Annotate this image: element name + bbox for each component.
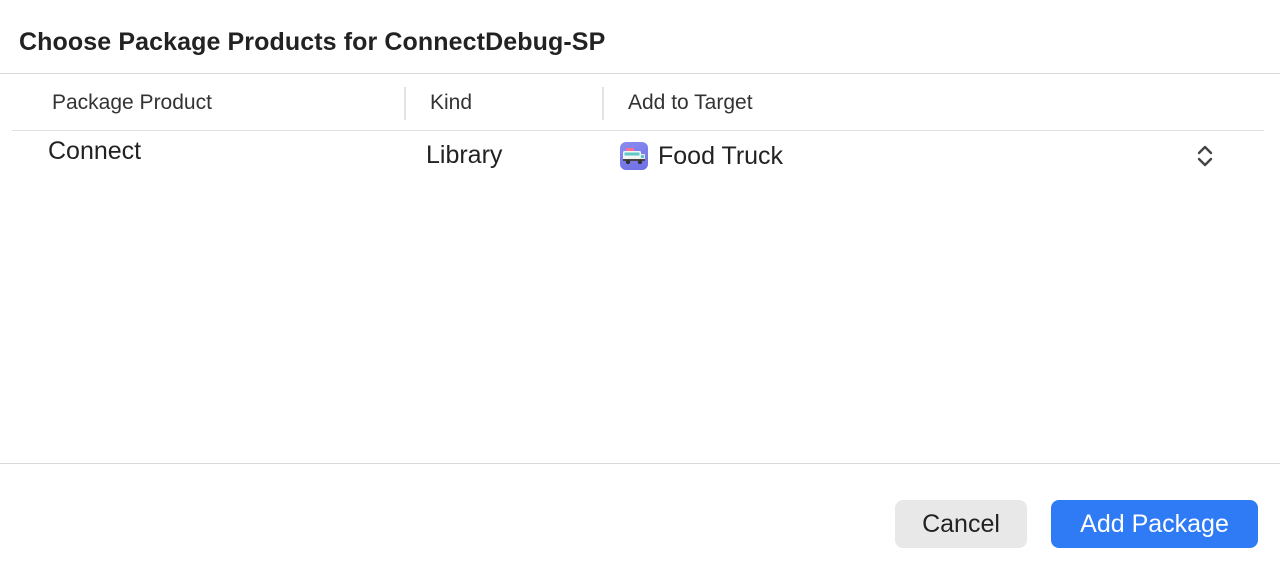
target-popup-button[interactable]: Food Truck [620, 139, 1220, 173]
column-separator [602, 87, 604, 120]
cancel-button[interactable]: Cancel [895, 500, 1027, 548]
table-row[interactable]: Connect Library Food Truck [12, 131, 1264, 181]
footer-divider [0, 463, 1280, 464]
product-kind: Library [426, 141, 503, 169]
table-header-row: Package Product Kind Add to Target [12, 74, 1264, 131]
column-header-kind[interactable]: Kind [430, 91, 472, 115]
add-package-button[interactable]: Add Package [1051, 500, 1258, 548]
package-products-table: Package Product Kind Add to Target Conne… [12, 74, 1264, 181]
food-truck-app-icon [620, 142, 648, 170]
product-name: Connect [48, 137, 142, 165]
chevron-up-down-icon [1196, 143, 1214, 174]
column-header-add-to-target[interactable]: Add to Target [628, 91, 753, 115]
column-header-package-product[interactable]: Package Product [52, 91, 212, 115]
column-separator [404, 87, 406, 120]
target-label: Food Truck [658, 141, 784, 170]
dialog-title: Choose Package Products for ConnectDebug… [19, 28, 606, 56]
